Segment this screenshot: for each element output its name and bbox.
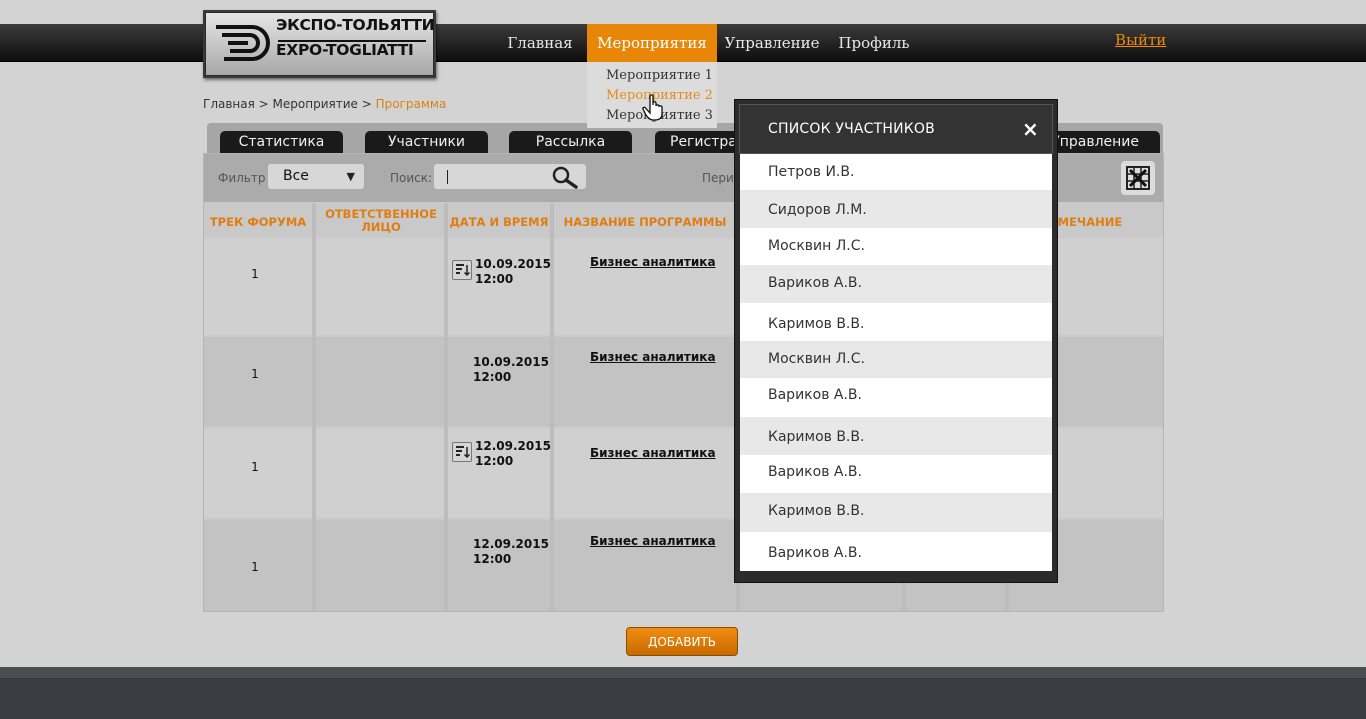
header-note: ИМЕЧАНИЕ [1048,215,1123,229]
modal-title: СПИСОК УЧАСТНИКОВ [768,121,935,137]
header-program: НАЗВАНИЕ ПРОГРАММЫ [563,215,727,229]
cell-date-day: 12.09.2015 [475,439,551,453]
cell-track: 1 [251,460,259,474]
cell-date-time: 12:00 [473,370,512,384]
sort-icon[interactable] [452,442,472,462]
breadcrumb-current: Программа [375,97,447,111]
cell-date-day: 10.09.2015 [473,355,549,369]
cell-date-day: 10.09.2015 [475,257,551,271]
participant-item[interactable]: Вариков А.В. [740,532,1052,571]
sort-icon[interactable] [452,260,472,280]
tab-statistics[interactable]: Статистика [220,131,343,153]
cell-date-day: 12.09.2015 [473,537,549,551]
hand-cursor-icon [642,94,663,121]
participants-list: Петров И.В. Сидоров Л.М. Москвин Л.С. Ва… [740,154,1052,571]
participant-item[interactable]: Москвин Л.С. [740,228,1052,265]
cell-track: 1 [251,367,259,381]
search-icon[interactable] [551,165,579,189]
participant-item[interactable]: Каримов В.В. [740,493,1052,532]
cell-date: 10.09.2015 12:00 [475,257,551,287]
cell-date: 12.09.2015 12:00 [473,537,549,567]
participant-item[interactable]: Сидоров Л.М. [740,190,1052,228]
nav-item-events[interactable]: Мероприятия [587,24,717,62]
nav-item-management[interactable]: Управление [722,24,822,62]
program-link[interactable]: Бизнес аналитика [590,534,716,548]
program-link[interactable]: Бизнес аналитика [590,255,716,269]
participant-item[interactable]: Каримов В.В. [740,303,1052,341]
tab-mailing[interactable]: Рассылка [509,131,632,153]
participant-item[interactable]: Москвин Л.С. [740,341,1052,378]
program-link[interactable]: Бизнес аналитика [590,350,716,364]
dropdown-item-event-1[interactable]: Мероприятие 1 [587,68,717,88]
participant-item[interactable]: Каримов В.В. [740,417,1052,455]
add-button[interactable]: ДОБАВИТЬ [626,627,738,656]
excel-export-icon[interactable] [1121,161,1155,195]
filter-select[interactable]: Все ▼ [268,164,364,189]
program-link[interactable]: Бизнес аналитика [590,446,716,460]
participant-item[interactable]: Вариков А.В. [740,378,1052,417]
text-caret [447,170,448,184]
cell-date: 12.09.2015 12:00 [475,439,551,469]
chevron-down-icon: ▼ [346,170,355,183]
cell-date-time: 12:00 [475,272,514,286]
nav-item-profile[interactable]: Профиль [832,24,916,62]
logout-link[interactable]: Выйти [1115,31,1166,49]
breadcrumb: Главная > Мероприятие > Программа [203,97,446,111]
filter-select-value: Все [283,168,309,184]
breadcrumb-event[interactable]: Мероприятие [273,97,358,111]
period-label: Пери [702,171,734,185]
breadcrumb-separator: > [254,97,273,111]
participant-item[interactable]: Вариков А.В. [740,455,1052,493]
cell-date-time: 12:00 [475,454,514,468]
nav-item-home[interactable]: Главная [497,24,583,62]
tab-participants[interactable]: Участники [365,131,488,153]
header-track: ТРЕК ФОРУМА [209,215,307,229]
search-label: Поиск: [390,171,433,185]
breadcrumb-home[interactable]: Главная [203,97,255,111]
cell-track: 1 [251,267,259,281]
footer-top-strip [0,667,1366,678]
column-divider [444,203,448,611]
close-icon[interactable]: × [1022,117,1039,141]
header-datetime: ДАТА И ВРЕМЯ [449,215,549,229]
header-responsible: ОТВЕТСТВЕННОЕ ЛИЦО [325,207,437,234]
participant-item[interactable]: Петров И.В. [740,154,1052,190]
column-divider [312,203,316,611]
breadcrumb-separator: > [357,97,376,111]
cell-date: 10.09.2015 12:00 [473,355,549,385]
participant-item[interactable]: Вариков А.В. [740,265,1052,303]
cell-track: 1 [251,560,259,574]
cell-date-time: 12:00 [473,552,512,566]
filter-label: Фильтр [218,171,266,185]
